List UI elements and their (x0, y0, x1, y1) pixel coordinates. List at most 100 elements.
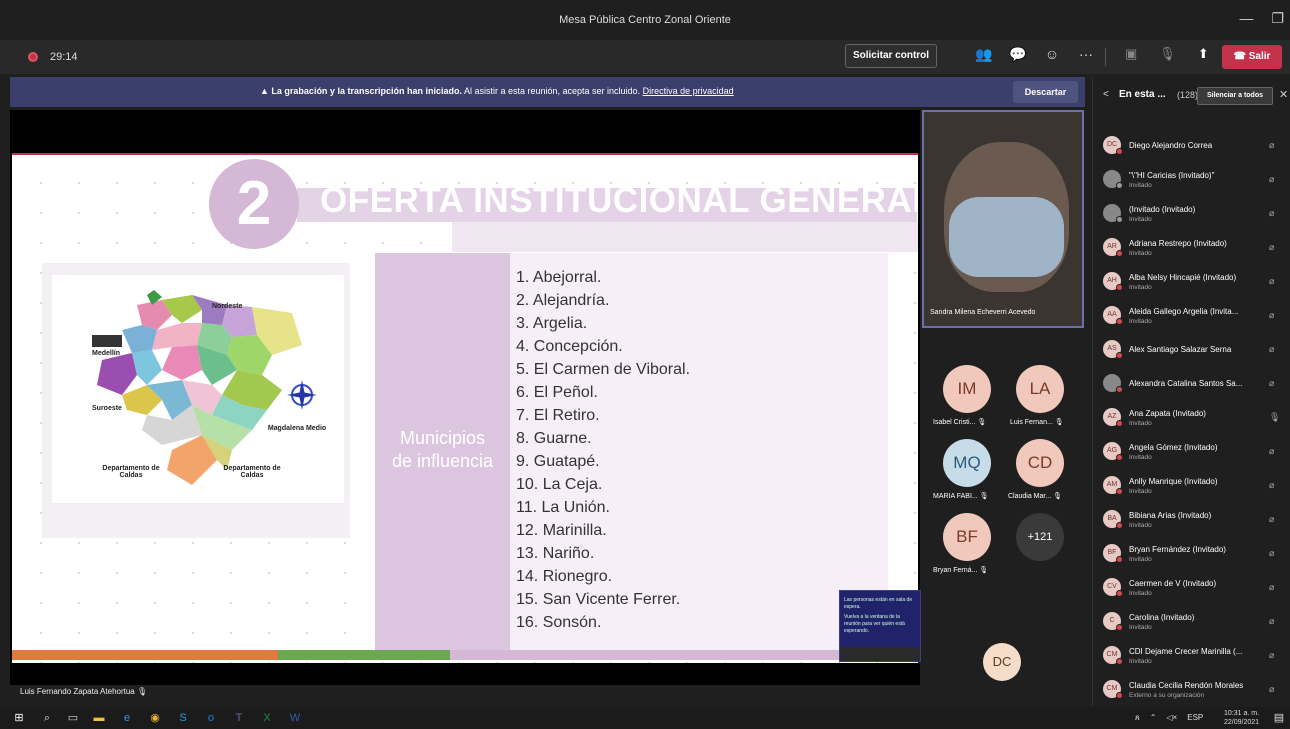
mic-off-icon[interactable]: ⌀ (1269, 140, 1274, 151)
chat-icon[interactable]: 💬 (1009, 46, 1027, 63)
volume-icon[interactable]: ◁× (1166, 713, 1177, 723)
file-explorer-icon[interactable]: ▬ (92, 711, 106, 725)
language-indicator[interactable]: ESP (1187, 713, 1203, 723)
edge-icon[interactable]: e (120, 711, 134, 725)
participant-name: Carolina (Invitado) (1129, 613, 1195, 622)
leave-button[interactable]: ☎ Salir (1222, 45, 1282, 69)
outlook-icon[interactable]: o (204, 711, 218, 725)
participant-row[interactable]: AM Anlly Manrique (Invitado) Invitado ⌀ (1093, 469, 1290, 503)
mic-off-icon[interactable]: ⌀ (1269, 276, 1274, 287)
mic-off-icon[interactable]: ⌀ (1269, 684, 1274, 695)
skype-icon[interactable]: S (176, 711, 190, 725)
mic-off-icon[interactable]: ⌀ (1269, 242, 1274, 253)
participant-row[interactable]: BF Bryan Fernández (Invitado) Invitado ⌀ (1093, 537, 1290, 571)
tile-name: MARIA FABI... 🎙 (933, 493, 989, 500)
avatar[interactable]: CD (1016, 439, 1064, 487)
privacy-link[interactable]: Directiva de privacidad (643, 86, 734, 96)
muni-label-line2: de influencia (391, 451, 494, 471)
participant-row[interactable]: AR Adriana Restrepo (Invitado) Invitado ⌀ (1093, 231, 1290, 265)
request-control-button[interactable]: Solicitar control (845, 44, 937, 68)
clock[interactable]: 10:31 a. m. 22/09/2021 (1224, 709, 1259, 727)
participant-row[interactable]: AH Alba Nelsy Hincapié (Invitado) Invitado… (1093, 265, 1290, 299)
avatar: BF (1103, 544, 1123, 563)
participant-status: Invitado (1129, 250, 1152, 257)
meeting-toolbar: 29:14 Solicitar control 👥 💬 ☺ ··· ▣ 🎙 ⬆ … (0, 40, 1290, 74)
share-icon[interactable]: ⬆ (1198, 46, 1209, 62)
close-icon[interactable]: ✕ (1279, 88, 1288, 101)
tile-name: Isabel Cristi... 🎙 (933, 419, 987, 426)
dismiss-button[interactable]: Descartar (1013, 81, 1078, 103)
municipalities-label: Municipios de influencia (375, 253, 510, 650)
mic-off-icon[interactable]: ⌀ (1269, 378, 1274, 389)
participant-name: "\"HI Caricias (Invitado)" (1129, 171, 1215, 180)
participant-row[interactable]: CM CDI Dejame Crecer Marinilla (... Invita… (1093, 639, 1290, 673)
participant-row[interactable]: AZ Ana Zapata (Invitado) Invitado 🎙 (1093, 401, 1290, 435)
maximize-button[interactable]: ❐ (1271, 10, 1284, 27)
notifications-icon[interactable]: ▤ (1272, 711, 1286, 725)
status-icon (1116, 420, 1123, 427)
mic-off-icon[interactable]: ⌀ (1269, 480, 1274, 491)
mic-off-icon[interactable]: ⌀ (1269, 344, 1274, 355)
mic-off-icon[interactable]: ⌀ (1269, 582, 1274, 593)
status-icon (1116, 318, 1123, 325)
participant-row[interactable]: AS Alex Santiago Salazar Serna ⌀ (1093, 333, 1290, 367)
list-item: 13. Nariño. (516, 545, 595, 562)
mic-icon[interactable]: 🎙 (1159, 46, 1176, 62)
tile-name: Bryan Ferná... 🎙 (933, 567, 989, 574)
mic-off-icon[interactable]: ⌀ (1269, 310, 1274, 321)
participant-row[interactable]: Alexandra Catalina Santos Sa... ⌀ (1093, 367, 1290, 401)
back-icon[interactable]: < (1103, 89, 1109, 100)
lobby-notification[interactable]: Las personas están en sala de espera. Vu… (839, 590, 921, 662)
chrome-icon[interactable]: ◉ (148, 711, 162, 725)
camera-icon[interactable]: ▣ (1125, 46, 1137, 62)
mute-all-button[interactable]: Silenciar a todos (1197, 87, 1273, 105)
mic-off-icon[interactable]: ⌀ (1269, 446, 1274, 457)
municipalities-list: 1. Abejorral. 2. Alejandría. 3. Argelia.… (510, 253, 888, 650)
overflow-count[interactable]: +121 (1016, 513, 1064, 561)
search-icon[interactable]: ⌕ (40, 711, 54, 725)
participant-row[interactable]: BA Bibiana Arias (Invitado) Invitado ⌀ (1093, 503, 1290, 537)
reactions-icon[interactable]: ☺ (1043, 46, 1061, 63)
avatar: CM (1103, 680, 1123, 699)
participant-row[interactable]: (Invitado (Invitado) Invitado ⌀ (1093, 197, 1290, 231)
participant-name: Bibiana Arias (Invitado) (1129, 511, 1212, 520)
list-item: 3. Argelia. (516, 315, 588, 332)
speaker-video-tile[interactable]: Sandra Milena Echeverri Acevedo (922, 110, 1084, 328)
system-tray: ጸ ⌃ ◁× ESP (1135, 713, 1203, 723)
participant-row[interactable]: AG Angela Gómez (Invitado) Invitado ⌀ (1093, 435, 1290, 469)
mic-off-icon[interactable]: ⌀ (1269, 616, 1274, 627)
mic-off-icon[interactable]: ⌀ (1269, 514, 1274, 525)
mic-off-icon[interactable]: ⌀ (1269, 174, 1274, 185)
minimize-button[interactable]: — (1239, 10, 1253, 27)
participant-row[interactable]: DC Diego Alejandro Correa ⌀ (1093, 129, 1290, 163)
status-icon (1116, 624, 1123, 631)
teams-icon[interactable]: T (232, 711, 246, 725)
more-options-icon[interactable]: ··· (1077, 46, 1095, 63)
avatar[interactable]: BF (943, 513, 991, 561)
mic-icon[interactable]: 🎙 (1269, 412, 1280, 423)
mic-off-icon[interactable]: ⌀ (1269, 208, 1274, 219)
start-icon[interactable]: ⊞ (12, 711, 26, 725)
avatar[interactable]: DC (983, 643, 1021, 681)
mic-off-icon[interactable]: ⌀ (1269, 548, 1274, 559)
status-icon (1116, 692, 1123, 699)
list-item: 10. La Ceja. (516, 476, 603, 493)
participant-row[interactable]: CV Caermen de V (Invitado) Invitado ⌀ (1093, 571, 1290, 605)
avatar[interactable]: LA (1016, 365, 1064, 413)
status-icon (1116, 352, 1123, 359)
participants-icon[interactable]: 👥 (975, 46, 993, 63)
participants-panel: < En esta ... (128) Silenciar a todos ✕ … (1092, 77, 1290, 707)
chevron-up-icon[interactable]: ⌃ (1150, 713, 1157, 723)
participant-row[interactable]: CM Claudia Cecilia Rendón Morales Externo … (1093, 673, 1290, 707)
participant-row[interactable]: C Carolina (Invitado) Invitado ⌀ (1093, 605, 1290, 639)
participant-row[interactable]: "\"HI Caricias (Invitado)" Invitado ⌀ (1093, 163, 1290, 197)
person-icon[interactable]: ጸ (1135, 713, 1140, 723)
task-view-icon[interactable]: ▭ (66, 711, 80, 725)
status-icon (1116, 250, 1123, 257)
participant-row[interactable]: AA Aleida Gallego Argelia (Invita... Invit… (1093, 299, 1290, 333)
avatar[interactable]: MQ (943, 439, 991, 487)
word-icon[interactable]: W (288, 711, 302, 725)
excel-icon[interactable]: X (260, 711, 274, 725)
avatar[interactable]: IM (943, 365, 991, 413)
mic-off-icon[interactable]: ⌀ (1269, 650, 1274, 661)
